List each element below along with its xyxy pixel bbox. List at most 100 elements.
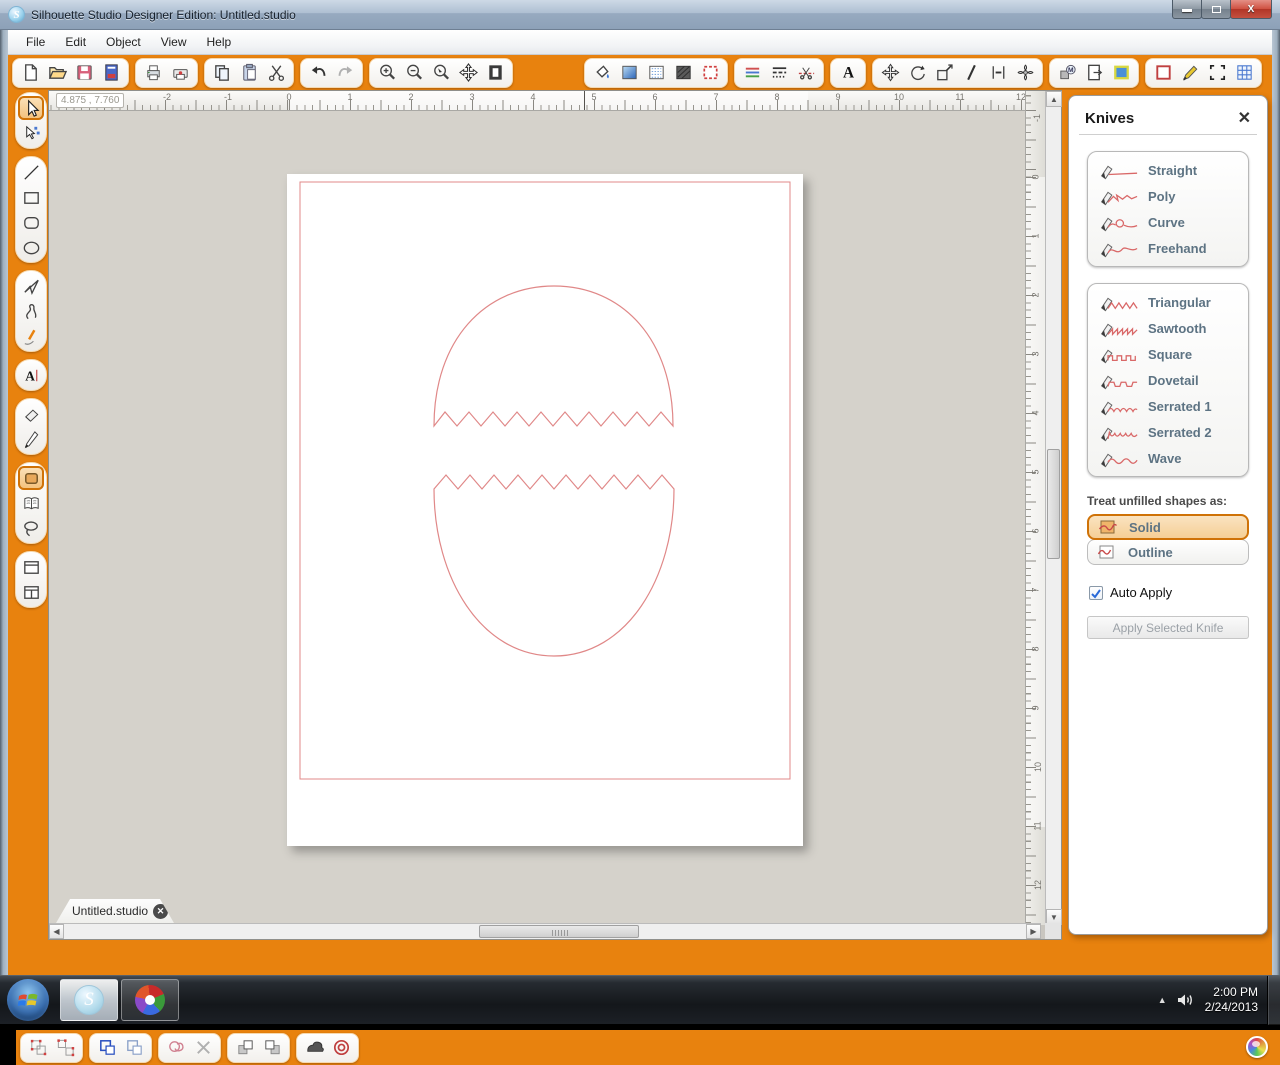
outline-mode-button[interactable]: Outline	[1087, 539, 1249, 565]
send-to-silhouette-icon[interactable]	[167, 60, 193, 86]
show-desktop-button[interactable]	[1267, 976, 1280, 1025]
menu-view[interactable]: View	[151, 31, 197, 53]
eraser-tool-icon[interactable]	[18, 402, 44, 426]
menu-help[interactable]: Help	[197, 31, 242, 53]
knife-option-serrated2[interactable]: Serrated 2	[1088, 419, 1248, 445]
scroll-up-icon[interactable]: ▲	[1046, 91, 1062, 107]
zoom-selection-icon[interactable]	[428, 60, 454, 86]
fill-pattern-icon[interactable]	[643, 60, 669, 86]
document-tab[interactable]: Untitled.studio ✕	[56, 899, 174, 923]
pan-icon[interactable]	[455, 60, 481, 86]
delete-shape-icon[interactable]	[190, 1035, 216, 1061]
line-style-window-icon[interactable]	[697, 60, 723, 86]
knife-option-sawtooth[interactable]: Sawtooth	[1088, 315, 1248, 341]
weld-solid-icon[interactable]	[301, 1035, 327, 1061]
undo-icon[interactable]	[305, 60, 331, 86]
knife-option-triangular[interactable]: Triangular	[1088, 289, 1248, 315]
scroll-right-icon[interactable]: ▶	[1026, 924, 1041, 939]
polygon-tool-icon[interactable]	[18, 274, 44, 298]
align-icon[interactable]	[985, 60, 1011, 86]
replicate-icon[interactable]	[1012, 60, 1038, 86]
line-styles-icon[interactable]	[766, 60, 792, 86]
registration-marks-icon[interactable]	[1150, 60, 1176, 86]
modify-icon[interactable]: M	[1054, 60, 1080, 86]
shape-tool-icon[interactable]	[18, 466, 44, 490]
knife-option-poly[interactable]: Poly	[1088, 183, 1248, 209]
scroll-left-icon[interactable]: ◀	[49, 924, 64, 939]
vertical-scroll-thumb[interactable]	[1047, 449, 1060, 559]
apply-selected-knife-button[interactable]: Apply Selected Knife	[1087, 616, 1249, 639]
cut-settings-icon[interactable]	[1204, 60, 1230, 86]
open-file-icon[interactable]	[44, 60, 70, 86]
solid-mode-button[interactable]: Solid	[1087, 514, 1249, 540]
ellipse-tool-icon[interactable]	[18, 235, 44, 259]
text-tool-icon[interactable]: A	[18, 363, 44, 387]
fill-gradient-icon[interactable]	[616, 60, 642, 86]
layout-split-icon[interactable]	[18, 580, 44, 604]
line-tool-icon[interactable]	[18, 160, 44, 184]
auto-apply-checkbox[interactable]	[1089, 585, 1103, 600]
library-tool-icon[interactable]	[18, 491, 44, 515]
cut-style-icon[interactable]	[793, 60, 819, 86]
drawing-canvas[interactable]	[49, 111, 1027, 925]
knife-option-wave[interactable]: Wave	[1088, 445, 1248, 471]
knife-option-curve[interactable]: Curve	[1088, 209, 1248, 235]
rectangle-tool-icon[interactable]	[18, 185, 44, 209]
text-style-icon[interactable]: A	[835, 60, 861, 86]
horizontal-scrollbar[interactable]: ◀ ▶	[49, 923, 1041, 939]
zoom-out-icon[interactable]	[401, 60, 427, 86]
close-button[interactable]: X	[1230, 0, 1272, 19]
make-compound-path-icon[interactable]	[94, 1035, 120, 1061]
knife-option-freehand[interactable]: Freehand	[1088, 235, 1248, 261]
vertical-scrollbar[interactable]: ▲ ▼	[1045, 91, 1062, 925]
weld-shapes-icon[interactable]	[163, 1035, 189, 1061]
shear-icon[interactable]	[958, 60, 984, 86]
curve-tool-icon[interactable]	[18, 299, 44, 323]
new-document-icon[interactable]	[17, 60, 43, 86]
cut-icon[interactable]	[263, 60, 289, 86]
line-color-icon[interactable]	[739, 60, 765, 86]
paste-icon[interactable]	[236, 60, 262, 86]
panel-close-icon[interactable]: ✕	[1238, 108, 1251, 128]
menu-edit[interactable]: Edit	[55, 31, 96, 53]
start-button[interactable]	[7, 979, 49, 1021]
volume-icon[interactable]	[1177, 992, 1195, 1008]
redo-icon[interactable]	[332, 60, 358, 86]
rounded-rectangle-tool-icon[interactable]	[18, 210, 44, 234]
save-to-library-icon[interactable]	[98, 60, 124, 86]
knife-option-straight[interactable]: Straight	[1088, 157, 1248, 183]
release-compound-path-icon[interactable]	[121, 1035, 147, 1061]
taskbar-picasa-button[interactable]	[121, 979, 179, 1021]
lasso-tool-icon[interactable]	[18, 516, 44, 540]
minimize-button[interactable]: ▬	[1172, 0, 1202, 19]
menu-file[interactable]: File	[16, 31, 55, 53]
document-page[interactable]	[287, 174, 803, 846]
fit-to-page-icon[interactable]	[482, 60, 508, 86]
copy-icon[interactable]	[209, 60, 235, 86]
page-panel-icon[interactable]	[1081, 60, 1107, 86]
scale-icon[interactable]	[931, 60, 957, 86]
select-arrow-icon[interactable]	[18, 96, 44, 120]
maximize-button[interactable]	[1201, 0, 1231, 19]
save-icon[interactable]	[71, 60, 97, 86]
sketch-pens-icon[interactable]	[1177, 60, 1203, 86]
send-backward-icon[interactable]	[259, 1035, 285, 1061]
layout-single-icon[interactable]	[18, 555, 44, 579]
print-icon[interactable]	[140, 60, 166, 86]
color-wheel-icon[interactable]	[1246, 1036, 1268, 1058]
tray-expand-icon[interactable]: ▲	[1158, 995, 1167, 1005]
rotate-icon[interactable]	[904, 60, 930, 86]
taskbar-silhouette-button[interactable]: S	[60, 979, 118, 1021]
edit-points-icon[interactable]	[18, 121, 44, 145]
knife-option-serrated1[interactable]: Serrated 1	[1088, 393, 1248, 419]
shadow-icon[interactable]	[670, 60, 696, 86]
grid-settings-icon[interactable]	[1231, 60, 1257, 86]
bullseye-icon[interactable]	[328, 1035, 354, 1061]
bring-forward-icon[interactable]	[232, 1035, 258, 1061]
horizontal-scroll-thumb[interactable]	[479, 925, 639, 938]
zoom-in-icon[interactable]	[374, 60, 400, 86]
knife-tool-icon[interactable]	[18, 427, 44, 451]
menu-object[interactable]: Object	[96, 31, 151, 53]
knife-option-square[interactable]: Square	[1088, 341, 1248, 367]
transform-icon[interactable]	[877, 60, 903, 86]
